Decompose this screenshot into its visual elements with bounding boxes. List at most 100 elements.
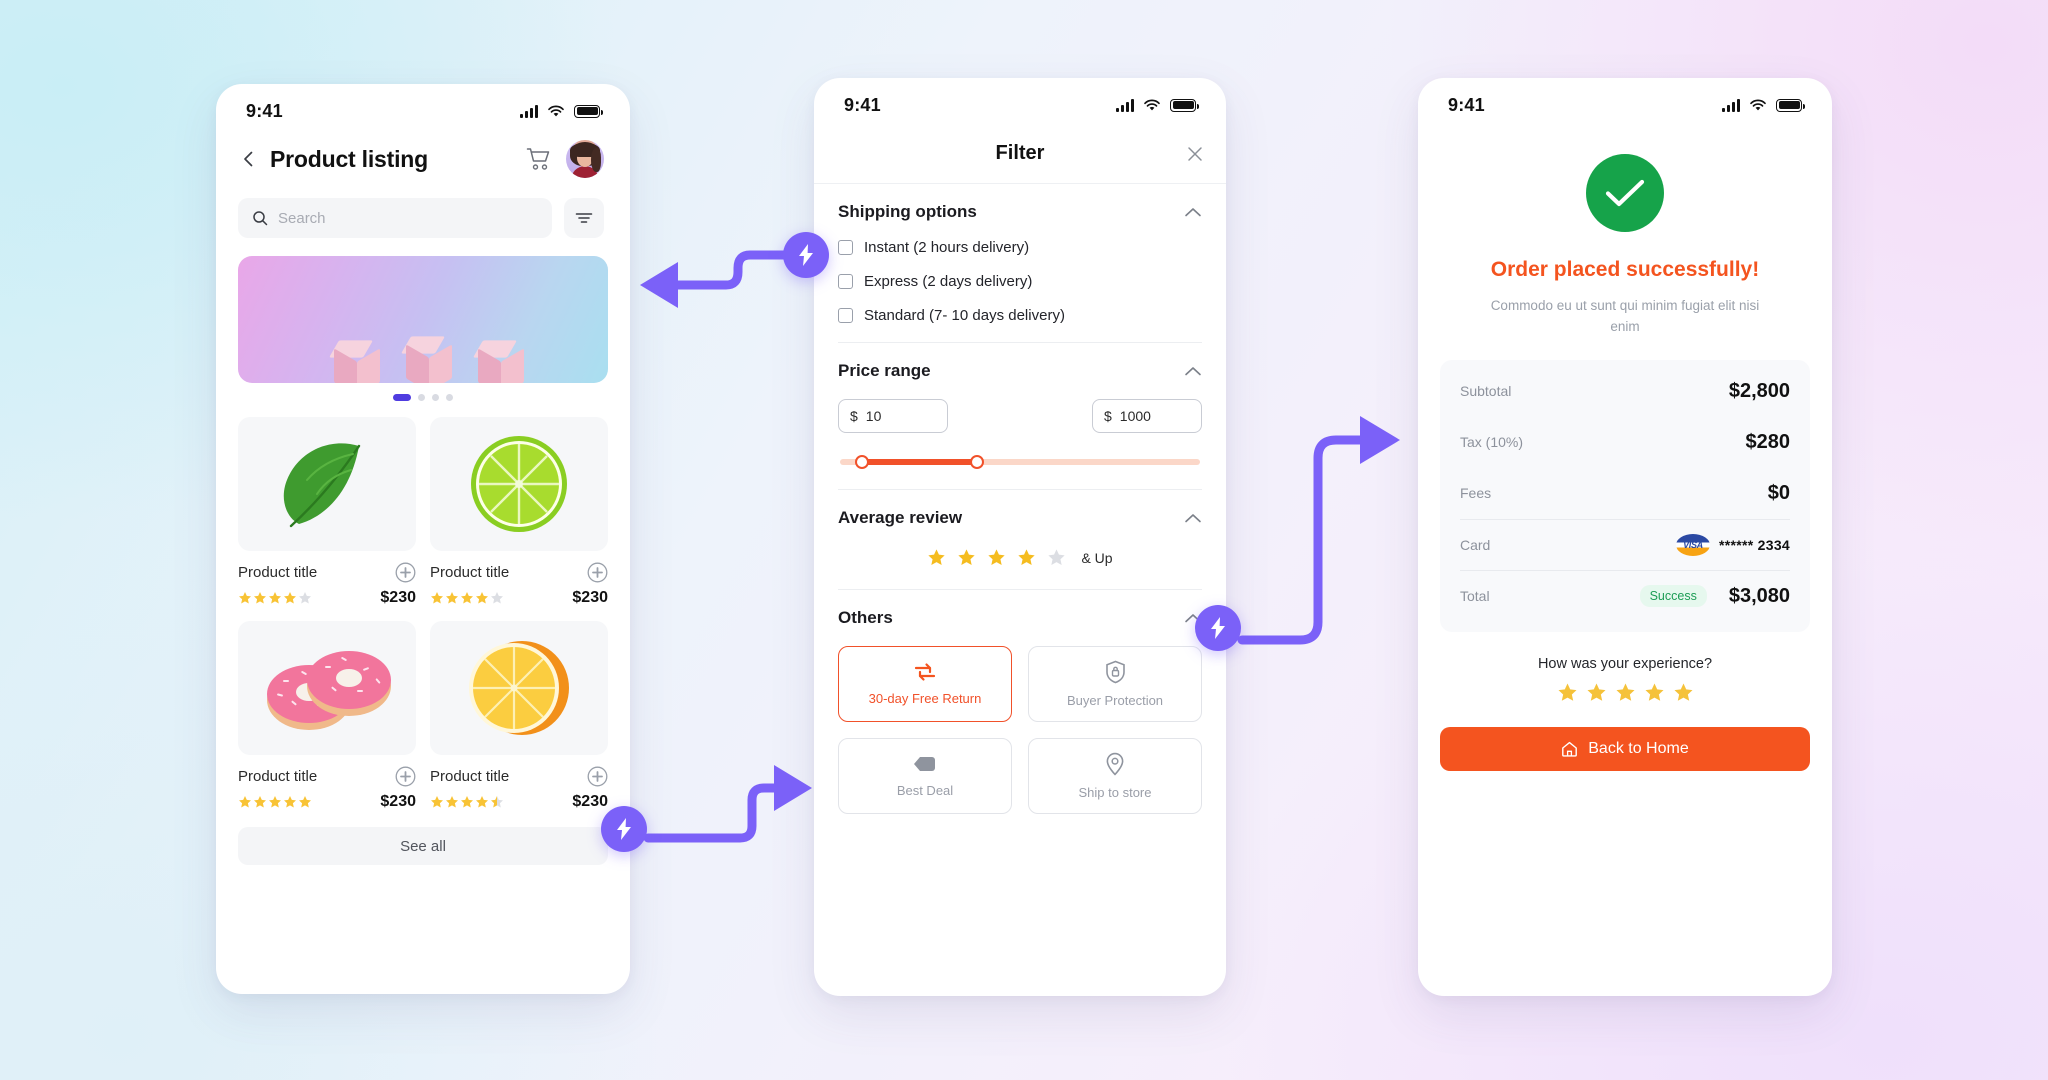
option-card-free-return[interactable]: 30-day Free Return bbox=[838, 646, 1012, 722]
filter-button[interactable] bbox=[564, 198, 604, 238]
filter-lines-icon bbox=[575, 213, 593, 223]
back-to-home-label: Back to Home bbox=[1588, 739, 1689, 757]
star-icon bbox=[299, 592, 311, 604]
star-icon[interactable] bbox=[1673, 682, 1694, 703]
screen-filter: 9:41 Filter Shipping options Instant (2 … bbox=[814, 78, 1226, 996]
summary-label: Fees bbox=[1460, 485, 1492, 502]
product-card[interactable]: Product title $230 bbox=[430, 417, 608, 607]
connector-badge-listing-to-others[interactable] bbox=[601, 806, 647, 852]
status-bar: 9:41 bbox=[814, 78, 1226, 124]
visa-text: VISA bbox=[1683, 539, 1703, 550]
plus-circle-icon[interactable] bbox=[395, 562, 416, 583]
success-title: Order placed successfully! bbox=[1490, 258, 1760, 281]
option-card-label: 30-day Free Return bbox=[868, 691, 982, 706]
home-icon bbox=[1562, 741, 1578, 757]
price-tag-icon bbox=[914, 757, 935, 771]
plus-circle-icon[interactable] bbox=[587, 766, 608, 787]
product-card[interactable]: Product title $230 bbox=[238, 417, 416, 607]
product-card[interactable]: Product title $230 bbox=[430, 621, 608, 811]
star-icon[interactable] bbox=[1047, 548, 1066, 567]
filter-header: Filter bbox=[814, 124, 1226, 184]
chevron-up-icon[interactable] bbox=[1184, 366, 1202, 377]
summary-row-total: Total Success $3,080 bbox=[1460, 571, 1790, 622]
checkbox-instant-delivery[interactable]: Instant (2 hours delivery) bbox=[838, 239, 1202, 256]
chevron-up-icon[interactable] bbox=[1184, 513, 1202, 524]
connector-badge-listing-to-filter[interactable] bbox=[783, 232, 829, 278]
checkbox-icon[interactable] bbox=[838, 240, 853, 255]
visa-card-icon: VISA bbox=[1675, 533, 1710, 556]
review-rating-selector[interactable]: & Up bbox=[838, 548, 1202, 567]
section-header[interactable]: Others bbox=[838, 608, 1202, 628]
star-icon bbox=[446, 592, 458, 604]
checkbox-icon[interactable] bbox=[838, 308, 853, 323]
price-range-slider[interactable] bbox=[840, 455, 1200, 469]
back-to-home-button[interactable]: Back to Home bbox=[1440, 726, 1810, 771]
star-icon bbox=[284, 592, 296, 604]
chevron-up-icon[interactable] bbox=[1184, 207, 1202, 218]
connector-badge-filter-to-success[interactable] bbox=[1195, 605, 1241, 651]
avatar[interactable] bbox=[566, 140, 604, 178]
carousel-dots[interactable] bbox=[216, 394, 630, 401]
other-option-cards: 30-day Free Return Buyer Protection Best… bbox=[838, 646, 1202, 814]
option-card-label: Ship to store bbox=[1078, 785, 1152, 800]
price-min-value: 10 bbox=[865, 408, 882, 424]
product-meta: Product title bbox=[238, 766, 416, 787]
star-icon[interactable] bbox=[1017, 548, 1036, 567]
checkbox-standard-delivery[interactable]: Standard (7- 10 days delivery) bbox=[838, 307, 1202, 324]
return-arrows-icon bbox=[914, 663, 936, 681]
promo-carousel-banner[interactable] bbox=[238, 256, 608, 383]
summary-value: $2,800 bbox=[1728, 379, 1790, 402]
section-header[interactable]: Price range bbox=[838, 361, 1202, 381]
star-icon[interactable] bbox=[1615, 682, 1636, 703]
slider-knob-min[interactable] bbox=[854, 455, 869, 469]
star-icon[interactable] bbox=[1644, 682, 1665, 703]
star-icon bbox=[284, 796, 296, 808]
star-icon bbox=[254, 592, 266, 604]
star-icon[interactable] bbox=[1557, 682, 1578, 703]
carousel-dot-4[interactable] bbox=[446, 394, 453, 401]
see-all-button[interactable]: See all bbox=[238, 827, 608, 865]
status-badge: Success bbox=[1639, 585, 1707, 608]
plus-circle-icon[interactable] bbox=[395, 766, 416, 787]
arrowhead-left-1 bbox=[640, 262, 678, 308]
screen-product-listing: 9:41 Product listing Search Product titl… bbox=[216, 84, 630, 994]
carousel-dot-1[interactable] bbox=[393, 394, 411, 401]
summary-label: Card bbox=[1460, 536, 1491, 553]
star-icon[interactable] bbox=[1586, 682, 1607, 703]
product-card[interactable]: Product title $230 bbox=[238, 621, 416, 811]
carousel-dot-3[interactable] bbox=[432, 394, 439, 401]
section-header[interactable]: Average review bbox=[838, 508, 1202, 528]
section-header[interactable]: Shipping options bbox=[838, 202, 1202, 222]
star-icon[interactable] bbox=[957, 548, 976, 567]
total-value-group: Success $3,080 bbox=[1639, 585, 1790, 608]
checkbox-express-delivery[interactable]: Express (2 days delivery) bbox=[838, 273, 1202, 290]
star-icon[interactable] bbox=[927, 548, 946, 567]
star-icon bbox=[476, 592, 488, 604]
shopping-cart-icon[interactable] bbox=[526, 147, 552, 171]
slider-knob-max[interactable] bbox=[969, 455, 984, 469]
lightning-bolt-icon bbox=[799, 244, 813, 266]
price-max-input[interactable]: $ 1000 bbox=[1092, 399, 1202, 433]
star-icon-half bbox=[491, 796, 503, 808]
status-bar-time: 9:41 bbox=[246, 100, 283, 121]
option-card-buyer-protection[interactable]: Buyer Protection bbox=[1028, 646, 1202, 722]
close-x-icon[interactable] bbox=[1186, 145, 1204, 163]
star-icon[interactable] bbox=[987, 548, 1006, 567]
search-placeholder: Search bbox=[278, 209, 326, 227]
status-bar-time: 9:41 bbox=[1448, 94, 1485, 115]
option-card-ship-to-store[interactable]: Ship to store bbox=[1028, 738, 1202, 814]
checkbox-icon[interactable] bbox=[838, 274, 853, 289]
connector-path-1 bbox=[645, 250, 800, 290]
chevron-left-icon[interactable] bbox=[238, 148, 260, 170]
product-rating-price: $230 bbox=[238, 589, 416, 607]
price-min-input[interactable]: $ 10 bbox=[838, 399, 948, 433]
product-price: $230 bbox=[380, 589, 416, 606]
product-meta: Product title bbox=[430, 562, 608, 583]
search-input[interactable]: Search bbox=[238, 198, 552, 238]
carousel-dot-2[interactable] bbox=[418, 394, 425, 401]
option-card-best-deal[interactable]: Best Deal bbox=[838, 738, 1012, 814]
experience-rating-stars[interactable] bbox=[1418, 682, 1832, 703]
checkbox-label: Instant (2 hours delivery) bbox=[864, 239, 1030, 256]
product-listing-header: Product listing bbox=[216, 130, 630, 178]
plus-circle-icon[interactable] bbox=[587, 562, 608, 583]
